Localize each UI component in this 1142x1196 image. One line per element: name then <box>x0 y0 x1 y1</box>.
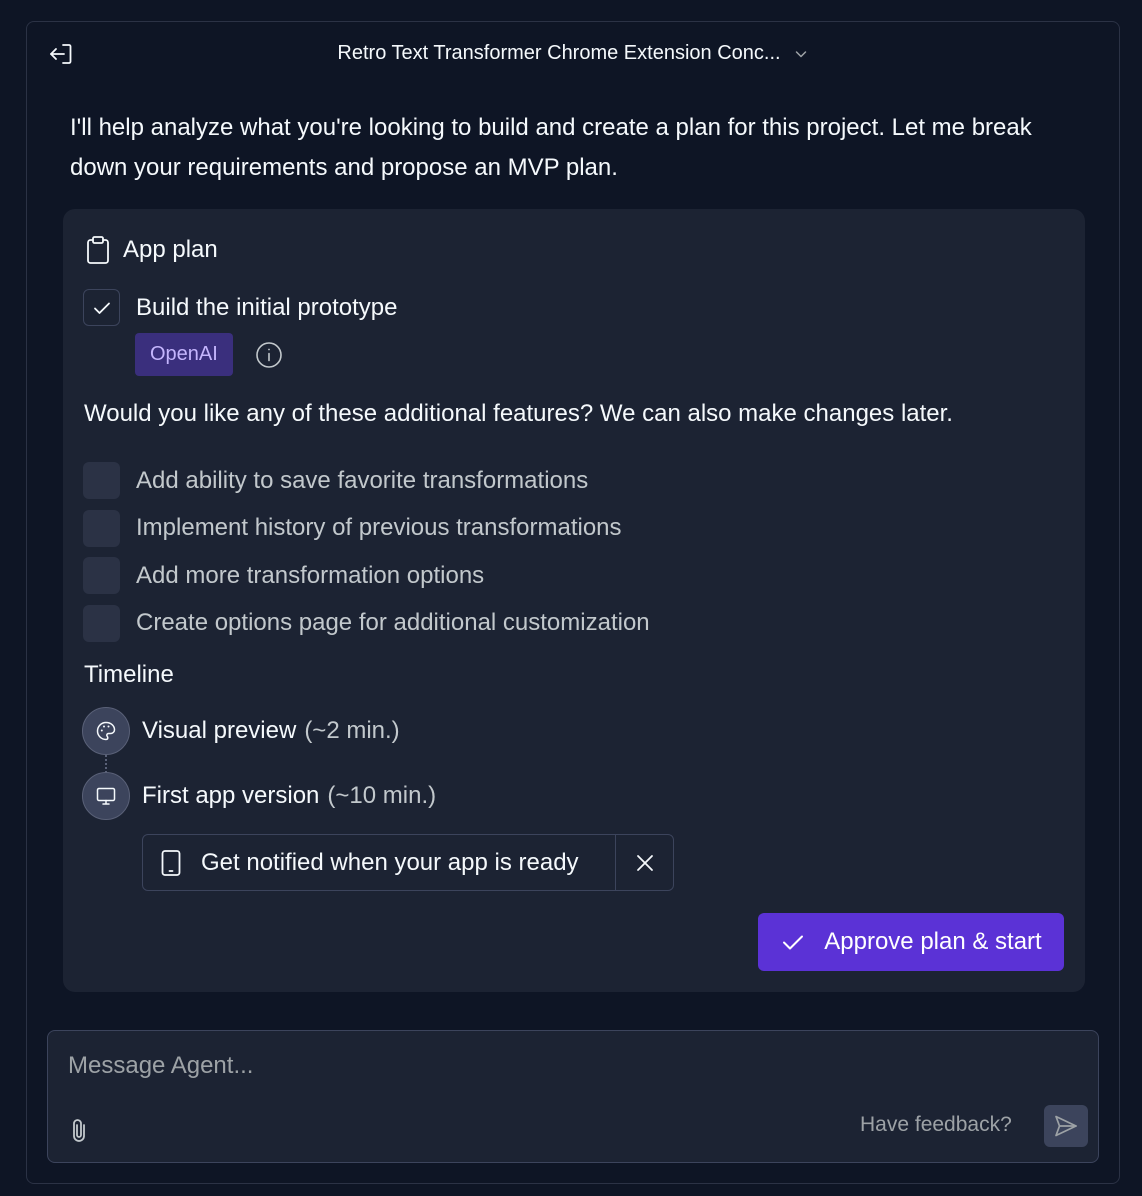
message-input[interactable] <box>68 1049 1068 1083</box>
timeline-step-visual-preview: Visual preview (~2 min.) <box>82 707 400 755</box>
feature-checkbox[interactable] <box>83 604 120 642</box>
prototype-item: Build the initial prototype <box>83 289 398 326</box>
paperclip-icon[interactable] <box>66 1117 92 1145</box>
top-bar: Retro Text Transformer Chrome Extension … <box>27 22 1119 88</box>
check-icon <box>93 302 110 314</box>
notify-label: Get notified when your app is ready <box>201 848 579 876</box>
check-icon <box>783 935 804 950</box>
close-icon <box>636 854 653 871</box>
feature-item[interactable]: Add ability to save favorite transformat… <box>83 462 650 499</box>
feature-item[interactable]: Create options page for additional custo… <box>83 604 650 642</box>
feature-checkbox[interactable] <box>83 509 120 547</box>
features-question: Would you like any of these additional f… <box>84 400 953 427</box>
feature-checkbox[interactable] <box>83 462 120 499</box>
feature-item[interactable]: Add more transformation options <box>83 557 650 594</box>
approve-plan-label: Approve plan & start <box>824 928 1042 955</box>
monitor-icon <box>96 787 116 805</box>
clipboard-icon <box>87 236 109 264</box>
feature-list: Add ability to save favorite transformat… <box>83 462 650 652</box>
conversation-title: Retro Text Transformer Chrome Extension … <box>337 42 781 64</box>
message-composer: Have feedback? <box>47 1030 1099 1163</box>
timeline-step-label: Visual preview <box>142 717 297 744</box>
feature-label: Add ability to save favorite transformat… <box>136 466 589 494</box>
agent-message: I'll help analyze what you're looking to… <box>70 114 1032 181</box>
timeline-step-label: First app version <box>142 782 320 809</box>
app-plan-card: App plan Build the initial prototype Ope… <box>63 209 1085 992</box>
notify-dismiss-button[interactable] <box>615 835 673 890</box>
phone-icon <box>161 849 181 876</box>
notify-button[interactable]: Get notified when your app is ready <box>143 835 615 890</box>
integration-tags: OpenAI <box>135 333 283 376</box>
timeline-step-duration: (~10 min.) <box>327 782 437 809</box>
send-icon <box>1055 1115 1077 1137</box>
feedback-link[interactable]: Have feedback? <box>860 1113 1012 1137</box>
feature-label: Add more transformation options <box>136 561 485 589</box>
approve-plan-button[interactable]: Approve plan & start <box>758 913 1064 971</box>
feature-label: Create options page for additional custo… <box>136 609 650 636</box>
app-plan-heading: App plan <box>123 236 218 263</box>
prototype-label: Build the initial prototype <box>136 293 398 321</box>
timeline-step-duration: (~2 min.) <box>304 717 400 744</box>
feature-item[interactable]: Implement history of previous transforma… <box>83 509 650 547</box>
timeline-step-first-version: First app version (~10 min.) <box>82 772 436 820</box>
palette-icon <box>96 721 116 741</box>
feature-checkbox[interactable] <box>83 557 120 594</box>
conversation-title-dropdown[interactable]: Retro Text Transformer Chrome Extension … <box>27 42 1119 65</box>
integration-badge: OpenAI <box>135 333 233 376</box>
agent-panel: Retro Text Transformer Chrome Extension … <box>26 21 1120 1184</box>
feature-label: Implement history of previous transforma… <box>136 514 622 541</box>
send-button[interactable] <box>1044 1105 1088 1147</box>
prototype-checkbox[interactable] <box>83 289 120 326</box>
info-icon[interactable] <box>255 341 283 369</box>
notify-banner: Get notified when your app is ready <box>142 834 674 891</box>
chevron-down-icon <box>795 50 806 57</box>
app-plan-header: App plan <box>85 235 218 265</box>
timeline-heading: Timeline <box>84 661 174 688</box>
